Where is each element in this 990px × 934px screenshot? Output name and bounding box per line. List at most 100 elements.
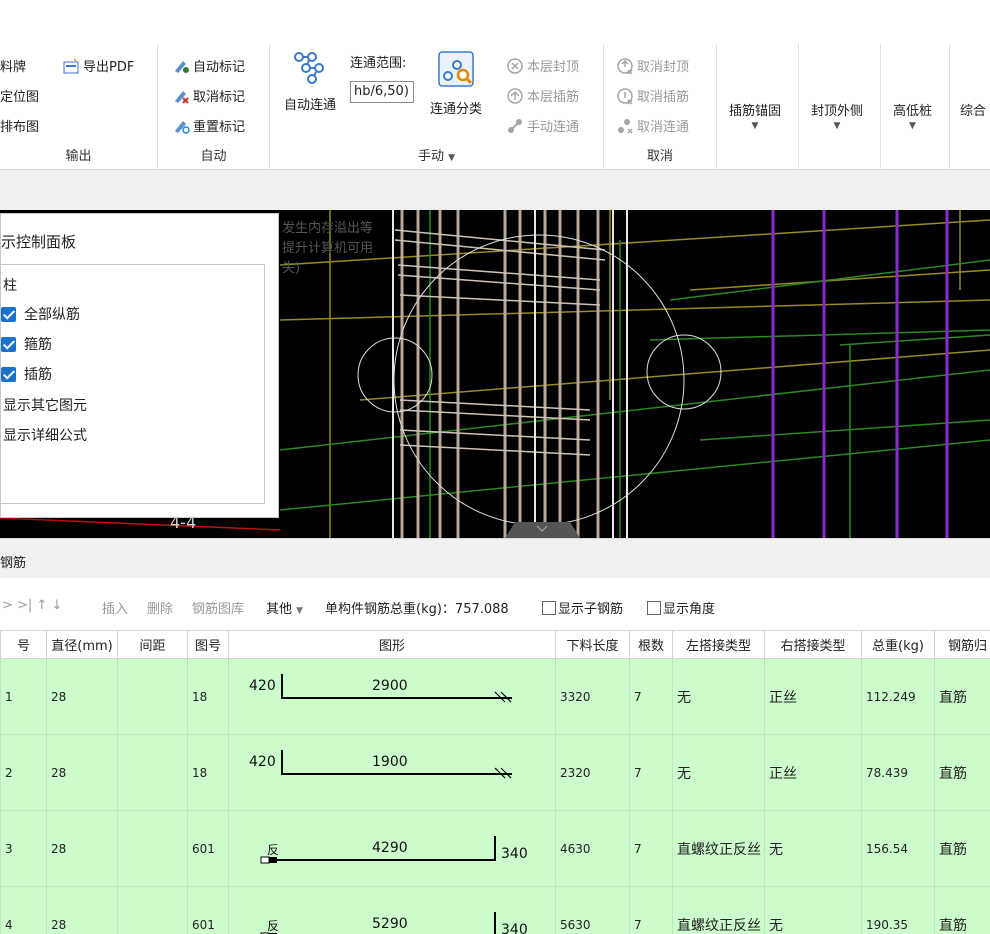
connect-range-input[interactable]: hb/6,50)	[350, 81, 414, 103]
cell-weight[interactable]: 190.35	[861, 886, 935, 934]
cell-dia[interactable]: 28	[46, 886, 118, 934]
checkbox-checked[interactable]	[1, 366, 16, 382]
cell-no[interactable]: 4	[0, 886, 47, 934]
table-row[interactable]: 3 28 601 反 4290 340 4630 7 直螺纹正反丝无 156.54 直筋	[0, 810, 990, 887]
manual-group-title[interactable]: 手动 ▼	[270, 145, 603, 164]
cancel-mark-button[interactable]: 取消标记	[172, 86, 245, 105]
checkbox-unchecked[interactable]	[542, 601, 556, 615]
top-seal-label: 本层封顶	[527, 60, 580, 75]
column-header[interactable]: 直径(mm)	[46, 630, 118, 659]
option-show-formula[interactable]: 显示详细公式	[3, 425, 87, 445]
general-dropdown[interactable]: 综合	[960, 100, 986, 119]
cell-kind[interactable]: 直筋	[934, 734, 990, 811]
chevron-down-icon: ▼	[751, 121, 759, 131]
column-header[interactable]: 总重(kg)	[861, 630, 935, 659]
checkbox-checked[interactable]	[1, 306, 16, 322]
auto-mark-button[interactable]: 自动标记	[172, 56, 245, 75]
column-header[interactable]: 间距	[117, 630, 188, 659]
insert-bar-button[interactable]: 本层插筋	[506, 86, 579, 105]
other-dropdown[interactable]: 其他 ▼	[266, 598, 303, 617]
cell-kind[interactable]: 直筋	[934, 886, 990, 934]
cell-count[interactable]: 7	[629, 658, 673, 735]
cell-rtype[interactable]: 正丝	[764, 658, 862, 735]
cell-weight[interactable]: 78.439	[861, 734, 935, 811]
cell-fig[interactable]: 601	[187, 810, 229, 887]
cell-no[interactable]: 2	[0, 734, 47, 811]
cell-ltype[interactable]: 直螺纹正反丝	[672, 886, 765, 934]
column-header[interactable]: 右搭接类型	[764, 630, 862, 659]
cancel-connect-button[interactable]: 取消连通	[616, 116, 689, 135]
cell-weight[interactable]: 112.249	[861, 658, 935, 735]
cell-ltype[interactable]: 无	[672, 658, 765, 735]
cell-count[interactable]: 7	[629, 810, 673, 887]
cell-fig[interactable]: 18	[187, 658, 229, 735]
cell-rtype[interactable]: 无	[764, 886, 862, 934]
cell-weight[interactable]: 156.54	[861, 810, 935, 887]
table-row[interactable]: 4 28 601 反 5290 340 5630 7 直螺纹正反丝无 190.35 直筋	[0, 886, 990, 934]
layout-map-button[interactable]: 排布图	[0, 116, 39, 135]
column-header[interactable]: 左搭接类型	[672, 630, 765, 659]
cell-no[interactable]: 3	[0, 810, 47, 887]
cell-shape[interactable]: 反 4290 340	[228, 810, 556, 887]
cell-spacing[interactable]	[117, 734, 188, 811]
column-header[interactable]: 下料长度	[555, 630, 630, 659]
cell-kind[interactable]: 直筋	[934, 810, 990, 887]
cell-no[interactable]: 1	[0, 658, 47, 735]
cell-len[interactable]: 5630	[555, 886, 630, 934]
cell-shape[interactable]: 420 1900	[228, 734, 556, 811]
cell-fig[interactable]: 18	[187, 734, 229, 811]
locate-map-button[interactable]: 定位图	[0, 86, 39, 105]
cell-shape[interactable]: 反 5290 340	[228, 886, 556, 934]
insert-button[interactable]: 插入	[102, 598, 128, 617]
column-header[interactable]: 图形	[228, 630, 556, 659]
cell-count[interactable]: 7	[629, 886, 673, 934]
outer-seal-dropdown[interactable]: 封顶外侧 ▼	[811, 100, 863, 131]
cell-spacing[interactable]	[117, 810, 188, 887]
cell-dia[interactable]: 28	[46, 810, 118, 887]
anchor-dropdown[interactable]: 插筋锚固 ▼	[729, 100, 781, 131]
export-pdf-button[interactable]: 导出PDF	[62, 56, 134, 75]
column-header[interactable]: 钢筋归	[934, 630, 990, 659]
column-header[interactable]: 根数	[629, 630, 673, 659]
cell-spacing[interactable]	[117, 658, 188, 735]
checkbox-unchecked[interactable]	[647, 601, 661, 615]
checkbox-checked[interactable]	[1, 336, 16, 352]
table-row[interactable]: 1 28 18 420 2900 3320 7 无正丝 112.249 直筋	[0, 658, 990, 735]
material-tag-button[interactable]: 料牌	[0, 56, 26, 75]
delete-button[interactable]: 删除	[147, 598, 173, 617]
rebar-library-button[interactable]: 钢筋图库	[192, 598, 244, 617]
cancel-top-seal-button[interactable]: 取消封顶	[616, 56, 689, 75]
cancel-insert-bar-button[interactable]: 取消插筋	[616, 86, 689, 105]
cell-dia[interactable]: 28	[46, 658, 118, 735]
cell-count[interactable]: 7	[629, 734, 673, 811]
option-stirrup[interactable]: 箍筋	[1, 334, 52, 354]
show-angle-checkbox[interactable]: 显示角度	[647, 598, 715, 617]
cell-ltype[interactable]: 无	[672, 734, 765, 811]
column-header[interactable]: 图号	[187, 630, 229, 659]
option-all-longitudinal[interactable]: 全部纵筋	[1, 304, 80, 324]
cell-len[interactable]: 2320	[555, 734, 630, 811]
reset-mark-button[interactable]: 重置标记	[172, 116, 245, 135]
table-row[interactable]: 2 28 18 420 1900 2320 7 无正丝 78.439 直筋	[0, 734, 990, 811]
nav-buttons[interactable]: > >| ↑ ↓	[2, 598, 62, 613]
cell-rtype[interactable]: 无	[764, 810, 862, 887]
option-insert-bar[interactable]: 插筋	[1, 364, 52, 384]
connect-classify-button[interactable]: 连通分类	[430, 50, 482, 117]
cell-len[interactable]: 3320	[555, 658, 630, 735]
reverse-mark: 反	[267, 843, 279, 857]
auto-connect-button[interactable]: 自动连通	[284, 48, 336, 113]
column-header[interactable]: 号	[0, 630, 47, 659]
show-sub-rebar-checkbox[interactable]: 显示子钢筋	[542, 598, 623, 617]
cell-len[interactable]: 4630	[555, 810, 630, 887]
manual-connect-button[interactable]: 手动连通	[506, 116, 579, 135]
top-seal-button[interactable]: 本层封顶	[506, 56, 579, 75]
cell-fig[interactable]: 601	[187, 886, 229, 934]
cell-dia[interactable]: 28	[46, 734, 118, 811]
option-show-other-elements[interactable]: 显示其它图元	[3, 395, 87, 415]
high-low-pile-dropdown[interactable]: 高低桩 ▼	[893, 100, 932, 131]
cell-kind[interactable]: 直筋	[934, 658, 990, 735]
cell-rtype[interactable]: 正丝	[764, 734, 862, 811]
cell-spacing[interactable]	[117, 886, 188, 934]
cell-ltype[interactable]: 直螺纹正反丝	[672, 810, 765, 887]
cell-shape[interactable]: 420 2900	[228, 658, 556, 735]
